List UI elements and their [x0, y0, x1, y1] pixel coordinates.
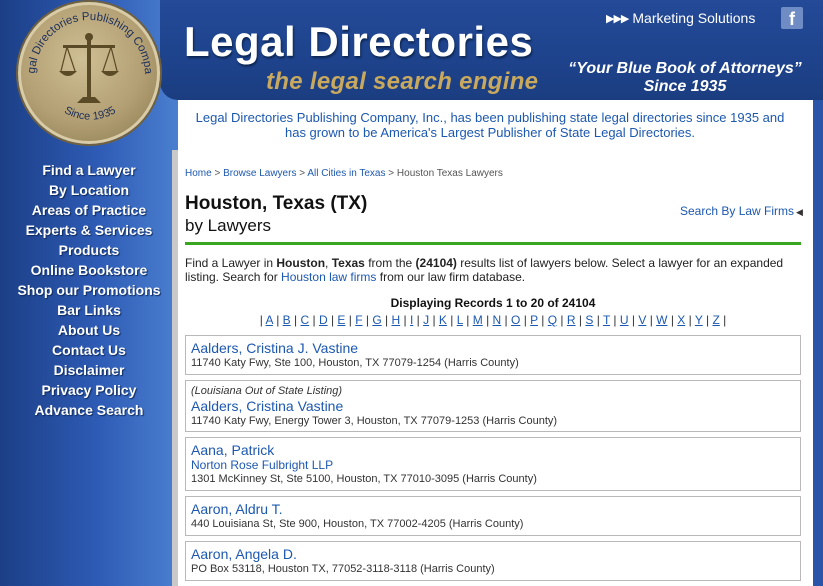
alpha-link-a[interactable]: A: [266, 313, 273, 327]
breadcrumb-separator: >: [214, 168, 221, 179]
lawyer-address: 11740 Katy Fwy, Ste 100, Houston, TX 770…: [191, 357, 519, 369]
lawyer-listing: (Louisiana Out of State Listing) Aalders…: [185, 380, 801, 432]
alpha-link-n[interactable]: N: [493, 313, 502, 327]
nav-about-us[interactable]: About Us: [0, 320, 178, 340]
lawyer-listing: Aaron, Aldru T. 440 Louisiana St, Ste 90…: [185, 496, 801, 536]
alpha-link-d[interactable]: D: [319, 313, 328, 327]
alpha-link-o[interactable]: O: [511, 313, 520, 327]
page-subtitle: by Lawyers: [185, 216, 271, 235]
nav-areas-of-practice[interactable]: Areas of Practice: [0, 200, 178, 220]
lawyer-name-link[interactable]: Aalders, Cristina Vastine: [191, 398, 795, 414]
heading-divider: [185, 242, 801, 245]
blue-book-line-2: Since 1935: [643, 78, 727, 95]
alpha-link-i[interactable]: I: [410, 313, 413, 327]
alpha-link-z[interactable]: Z: [712, 313, 719, 327]
alpha-link-k[interactable]: K: [439, 313, 447, 327]
alpha-link-e[interactable]: E: [337, 313, 345, 327]
nav-contact-us[interactable]: Contact Us: [0, 340, 178, 360]
nav-bar-links[interactable]: Bar Links: [0, 300, 178, 320]
alpha-link-s[interactable]: S: [585, 313, 593, 327]
breadcrumb-all-cities[interactable]: All Cities in Texas: [307, 168, 385, 179]
alpha-link-x[interactable]: X: [677, 313, 685, 327]
search-by-law-firms-link[interactable]: Search By Law Firms ◀: [680, 204, 803, 218]
desc-count: (24104): [415, 256, 457, 270]
lawyer-name-link[interactable]: Aaron, Angela D.: [191, 546, 795, 562]
nav-shop-promotions[interactable]: Shop our Promotions: [0, 280, 178, 300]
alpha-link-y[interactable]: Y: [695, 313, 703, 327]
alpha-link-c[interactable]: C: [300, 313, 309, 327]
right-edge-bar: [813, 100, 823, 586]
marketing-solutions-link[interactable]: ▶▶▶ Marketing Solutions: [606, 10, 755, 26]
company-seal-logo[interactable]: Legal Directories Publishing Company Sin…: [18, 2, 160, 144]
caret-left-icon: ◀: [796, 207, 803, 217]
blue-book-line-1: “Your Blue Book of Attorneys”: [568, 60, 802, 77]
lawyer-listing: Aaron, Angela D. PO Box 53118, Houston T…: [185, 541, 801, 581]
breadcrumb-separator: >: [299, 168, 306, 179]
breadcrumb-home[interactable]: Home: [185, 168, 212, 179]
alpha-link-q[interactable]: Q: [548, 313, 557, 327]
alpha-link-w[interactable]: W: [656, 313, 667, 327]
lawyer-name-link[interactable]: Aaron, Aldru T.: [191, 501, 795, 517]
lawyer-address: 11740 Katy Fwy, Energy Tower 3, Houston,…: [191, 415, 558, 427]
marketing-solutions-label: Marketing Solutions: [632, 10, 756, 26]
desc-text: ,: [325, 256, 332, 270]
desc-text: from our law firm database.: [376, 270, 526, 284]
search-by-law-firms-label: Search By Law Firms: [680, 204, 795, 218]
breadcrumb-browse-lawyers[interactable]: Browse Lawyers: [223, 168, 296, 179]
facebook-icon[interactable]: f: [781, 7, 803, 29]
desc-city: Houston: [276, 256, 326, 270]
site-title[interactable]: Legal Directories: [184, 18, 533, 66]
lawyer-address: 440 Louisiana St, Ste 900, Houston, TX 7…: [191, 518, 524, 530]
lawyer-address: PO Box 53118, Houston TX, 77052-3118-311…: [191, 563, 495, 575]
alpha-link-f[interactable]: F: [355, 313, 362, 327]
alpha-link-j[interactable]: J: [423, 313, 429, 327]
lawyer-listing: Aana, Patrick Norton Rose Fulbright LLP …: [185, 437, 801, 491]
nav-by-location[interactable]: By Location: [0, 180, 178, 200]
alpha-link-m[interactable]: M: [473, 313, 483, 327]
nav-advance-search[interactable]: Advance Search: [0, 400, 178, 420]
alpha-link-g[interactable]: G: [372, 313, 381, 327]
lawyer-address: 1301 McKinney St, Ste 5100, Houston, TX …: [191, 473, 537, 485]
alpha-link-t[interactable]: T: [603, 313, 610, 327]
left-navigation: Find a Lawyer By Location Areas of Pract…: [0, 160, 178, 420]
desc-state: Texas: [331, 256, 365, 270]
nav-online-bookstore[interactable]: Online Bookstore: [0, 260, 178, 280]
nav-experts-services[interactable]: Experts & Services: [0, 220, 178, 240]
alpha-link-l[interactable]: L: [457, 313, 463, 327]
alpha-link-p[interactable]: P: [530, 313, 538, 327]
breadcrumb-separator: >: [388, 168, 395, 179]
out-of-state-note: (Louisiana Out of State Listing): [191, 385, 343, 397]
alphabet-index: | A | B | C | D | E | F | G | H | I | J …: [259, 313, 727, 327]
nav-find-a-lawyer[interactable]: Find a Lawyer: [0, 160, 178, 180]
scales-of-justice-icon: [59, 33, 119, 103]
alpha-link-h[interactable]: H: [392, 313, 401, 327]
nav-disclaimer[interactable]: Disclaimer: [0, 360, 178, 380]
desc-text: Find a Lawyer in: [185, 256, 277, 270]
company-intro: Legal Directories Publishing Company, In…: [195, 110, 785, 140]
alpha-link-b[interactable]: B: [283, 313, 291, 327]
alpha-link-u[interactable]: U: [620, 313, 629, 327]
blue-book-slogan: “Your Blue Book of Attorneys” Since 1935: [568, 60, 802, 96]
page-title: Houston, Texas (TX): [185, 193, 368, 214]
alpha-link-r[interactable]: R: [567, 313, 576, 327]
results-description: Find a Lawyer in Houston, Texas from the…: [185, 256, 801, 284]
breadcrumb-current: Houston Texas Lawyers: [396, 168, 503, 179]
site-tagline: the legal search engine: [266, 68, 539, 95]
breadcrumb: Home > Browse Lawyers > All Cities in Te…: [185, 168, 503, 179]
alpha-link-v[interactable]: V: [638, 313, 646, 327]
houston-law-firms-link[interactable]: Houston law firms: [281, 270, 376, 284]
law-firm-link[interactable]: Norton Rose Fulbright LLP: [191, 458, 795, 472]
triple-arrow-icon: ▶▶▶: [606, 12, 629, 25]
nav-privacy-policy[interactable]: Privacy Policy: [0, 380, 178, 400]
nav-products[interactable]: Products: [0, 240, 178, 260]
record-count: Displaying Records 1 to 20 of 24104: [390, 296, 596, 310]
lawyer-name-link[interactable]: Aana, Patrick: [191, 442, 795, 458]
desc-text: from the: [364, 256, 416, 270]
lawyer-listing: Aalders, Cristina J. Vastine 11740 Katy …: [185, 335, 801, 375]
lawyer-name-link[interactable]: Aalders, Cristina J. Vastine: [191, 340, 795, 356]
